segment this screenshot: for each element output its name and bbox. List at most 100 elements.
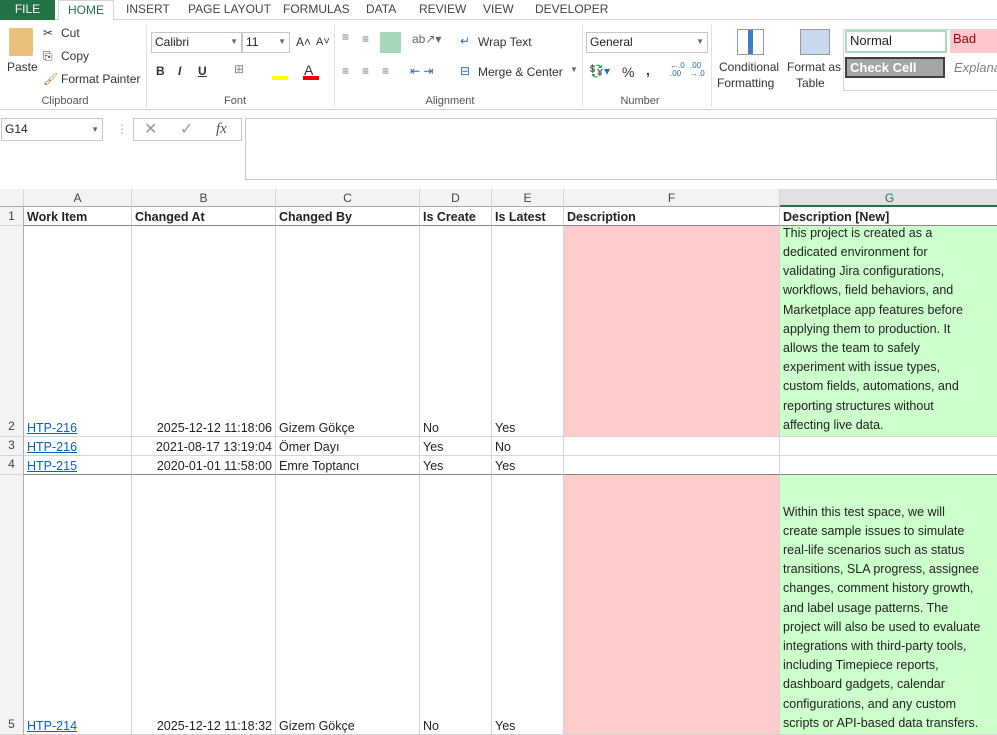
format-as-table-button[interactable]: Format as (787, 60, 841, 74)
cancel-icon[interactable]: ✕ (144, 119, 157, 140)
description-cell[interactable] (564, 226, 780, 437)
conditional-formatting-label2[interactable]: Formatting (717, 76, 774, 90)
header-cell[interactable]: Description (564, 207, 780, 226)
work-item-cell[interactable]: HTP-214 (24, 475, 132, 735)
indent-icons[interactable]: ⇤ ⇥ (410, 64, 433, 78)
format-painter-button[interactable]: Format Painter (61, 72, 140, 86)
changed-at-cell[interactable]: 2021-08-17 13:19:04 (132, 437, 276, 456)
column-header-f[interactable]: F (564, 189, 780, 207)
borders-icon[interactable]: ⊞ (234, 62, 244, 76)
align-bottom-icon[interactable] (380, 32, 401, 53)
column-header-c[interactable]: C (276, 189, 420, 207)
bold-button[interactable]: B (156, 64, 165, 78)
description-cell[interactable] (564, 437, 780, 456)
header-cell[interactable]: Changed At (132, 207, 276, 226)
changed-by-cell[interactable]: Gizem Gökçe (276, 226, 420, 437)
column-header-a[interactable]: A (24, 189, 132, 207)
percent-button[interactable]: % (622, 64, 634, 80)
description-cell[interactable] (564, 456, 780, 475)
tab-review[interactable]: REVIEW (419, 0, 466, 20)
grow-font-icon[interactable]: A˄ (296, 35, 311, 49)
name-box[interactable]: G14 ▼ (1, 118, 103, 141)
comma-button[interactable]: , (646, 62, 650, 78)
header-cell[interactable]: Description [New] (780, 207, 997, 226)
column-header-e[interactable]: E (492, 189, 564, 207)
header-cell[interactable]: Work Item (24, 207, 132, 226)
row-header[interactable]: 4 (0, 456, 24, 475)
row-header[interactable]: 5 (0, 475, 24, 735)
style-explanatory[interactable]: Explanat (954, 60, 997, 75)
column-header-g[interactable]: G (780, 189, 997, 207)
increase-decimal-icon[interactable]: ←.0.00 (670, 62, 685, 78)
row-header[interactable]: 1 (0, 207, 24, 226)
is-latest-cell[interactable]: Yes (492, 475, 564, 735)
header-cell[interactable]: Is Create (420, 207, 492, 226)
header-cell[interactable]: Changed By (276, 207, 420, 226)
tab-file[interactable]: FILE (0, 0, 55, 20)
is-create-cell[interactable]: Yes (420, 437, 492, 456)
underline-button[interactable]: U (198, 64, 207, 78)
align-center-icon[interactable]: ≡ (362, 64, 369, 78)
decrease-decimal-icon[interactable]: .00 →.0 (690, 62, 705, 78)
style-normal[interactable]: Normal (845, 30, 947, 53)
changed-at-cell[interactable]: 2025-12-12 11:18:32 (132, 475, 276, 735)
merge-dropdown-icon[interactable]: ▼ (570, 65, 578, 74)
font-size-select[interactable]: 11 ▼ (242, 32, 290, 53)
tab-view[interactable]: VIEW (483, 0, 514, 20)
is-latest-cell[interactable]: No (492, 437, 564, 456)
align-middle-icon[interactable]: ≡ (362, 32, 369, 46)
fill-color-icon[interactable] (272, 76, 288, 80)
shrink-font-icon[interactable]: A˅ (316, 36, 330, 48)
spreadsheet-grid[interactable]: A B C D E F G 1 Work Item Changed At Changed By Is … (0, 189, 997, 735)
description-new-cell[interactable]: Within this test space, we will create sa… (780, 475, 997, 735)
changed-at-cell[interactable]: 2020-01-01 11:58:00 (132, 456, 276, 475)
work-item-cell[interactable]: HTP-216 (24, 226, 132, 437)
wrap-text-button[interactable]: Wrap Text (478, 35, 532, 49)
is-latest-cell[interactable]: Yes (492, 456, 564, 475)
paste-icon[interactable] (9, 28, 33, 56)
copy-button[interactable]: Copy (61, 49, 89, 63)
align-right-icon[interactable]: ≡ (382, 64, 389, 78)
row-header[interactable]: 3 (0, 437, 24, 456)
changed-at-cell[interactable]: 2025-12-12 11:18:06 (132, 226, 276, 437)
description-new-cell[interactable]: This project is created as a dedicated en… (780, 226, 997, 437)
enter-icon[interactable]: ✓ (180, 119, 193, 140)
paste-button[interactable]: Paste (7, 60, 38, 74)
orientation-icon[interactable]: ab↗▾ (412, 32, 441, 46)
changed-by-cell[interactable]: Emre Toptancı (276, 456, 420, 475)
work-item-cell[interactable]: HTP-216 (24, 437, 132, 456)
tab-formulas[interactable]: FORMULAS (283, 0, 350, 20)
format-as-table-label2[interactable]: Table (796, 76, 825, 90)
is-create-cell[interactable]: Yes (420, 456, 492, 475)
align-left-icon[interactable]: ≡ (342, 64, 349, 78)
description-cell[interactable] (564, 475, 780, 735)
description-new-cell[interactable] (780, 456, 997, 475)
style-check-cell[interactable]: Check Cell (845, 57, 945, 78)
header-cell[interactable]: Is Latest (492, 207, 564, 226)
changed-by-cell[interactable]: Gizem Gökçe (276, 475, 420, 735)
row-header[interactable]: 2 (0, 226, 24, 437)
select-all-corner[interactable] (0, 189, 24, 207)
conditional-formatting-button[interactable]: Conditional (719, 60, 779, 74)
column-header-d[interactable]: D (420, 189, 492, 207)
number-format-select[interactable]: General ▼ (586, 32, 708, 53)
tab-home[interactable]: HOME (58, 0, 114, 21)
accounting-format-icon[interactable]: 💱▾ (589, 64, 610, 78)
is-latest-cell[interactable]: Yes (492, 226, 564, 437)
align-top-icon[interactable]: ≡ (342, 30, 349, 44)
column-header-b[interactable]: B (132, 189, 276, 207)
changed-by-cell[interactable]: Ömer Dayı (276, 437, 420, 456)
is-create-cell[interactable]: No (420, 226, 492, 437)
formula-input[interactable] (245, 118, 997, 180)
cut-button[interactable]: Cut (61, 26, 80, 40)
italic-button[interactable]: I (178, 64, 181, 78)
tab-insert[interactable]: INSERT (126, 0, 170, 20)
font-name-select[interactable]: Calibri ▼ (151, 32, 242, 53)
tab-data[interactable]: DATA (366, 0, 396, 20)
is-create-cell[interactable]: No (420, 475, 492, 735)
style-bad[interactable]: Bad (950, 30, 997, 53)
tab-developer[interactable]: DEVELOPER (535, 0, 608, 20)
insert-function-icon[interactable]: fx (216, 119, 227, 140)
tab-page-layout[interactable]: PAGE LAYOUT (188, 0, 271, 20)
work-item-cell[interactable]: HTP-215 (24, 456, 132, 475)
